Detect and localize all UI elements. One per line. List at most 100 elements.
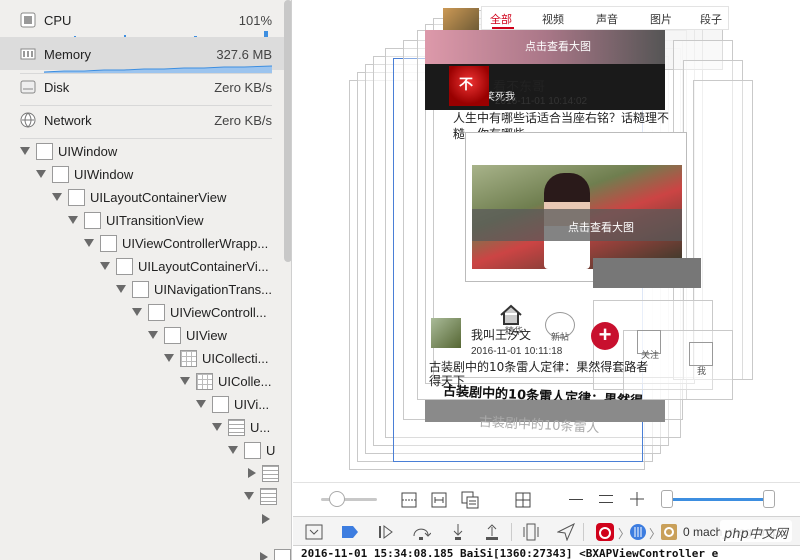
debug-view-hierarchy-icon[interactable] [523, 523, 539, 541]
view-node-icon [132, 280, 149, 298]
orient-3d-icon[interactable] [515, 492, 531, 508]
step-over-icon[interactable] [411, 523, 431, 541]
disk-gauge-icon [20, 80, 36, 94]
view-node-icon [116, 257, 133, 275]
tree-node[interactable]: UIView [148, 324, 227, 346]
zoom-reset-icon[interactable] [599, 495, 613, 496]
cpu-label: CPU [44, 13, 72, 28]
step-into-icon[interactable] [451, 523, 465, 541]
tree-node[interactable]: U... [212, 416, 270, 438]
disclosure-expanded-icon[interactable] [52, 193, 62, 201]
hide-debug-area-icon[interactable] [305, 524, 323, 540]
stack-frame-icon[interactable] [661, 524, 677, 540]
range-slider-track[interactable] [665, 498, 775, 501]
app-process-icon[interactable] [595, 522, 615, 542]
tree-node[interactable] [246, 462, 284, 484]
tree-node[interactable]: UIWindow [20, 140, 117, 162]
tab-all[interactable]: 全部 [490, 11, 512, 27]
show-constraints-icon[interactable] [431, 492, 447, 508]
disclosure-expanded-icon[interactable] [132, 308, 142, 316]
disclosure-expanded-icon[interactable] [212, 423, 222, 431]
disclosure-expanded-icon[interactable] [68, 216, 78, 224]
tree-node[interactable] [244, 485, 282, 507]
tab-video[interactable]: 视频 [542, 11, 564, 27]
simulate-location-icon[interactable] [557, 523, 575, 541]
view-node-icon [68, 188, 85, 206]
network-label: Network [44, 113, 92, 128]
watermark-text: php中文网 [724, 527, 788, 542]
disclosure-expanded-icon[interactable] [228, 446, 238, 454]
disclosure-expanded-icon[interactable] [180, 377, 190, 385]
tree-node[interactable]: UILayoutContainerView [52, 186, 226, 208]
user-avatar[interactable] [431, 318, 461, 348]
post-username[interactable]: 看不东哥 [493, 76, 545, 95]
post-username[interactable]: 我叫王汐文 [471, 326, 531, 343]
category-tabbar: 全部 视频 声音 图片 段子 [481, 6, 729, 30]
disclosure-expanded-icon[interactable] [196, 400, 206, 408]
user-avatar[interactable]: 不 [449, 66, 489, 106]
view-hierarchy-canvas[interactable]: 全部 视频 声音 图片 段子 点击查看大图 哈哈哈笑死我 不 看不东哥 2016… [293, 0, 800, 482]
collection-view-icon [180, 349, 197, 367]
tab-voice[interactable]: 声音 [596, 11, 618, 27]
me-tab-icon[interactable] [689, 342, 713, 366]
disclosure-expanded-icon[interactable] [84, 239, 94, 247]
view-image-hint: 点击查看大图 [525, 40, 591, 53]
thread-icon[interactable] [629, 523, 647, 541]
network-gauge[interactable]: Network Zero KB/s [0, 103, 284, 136]
table-cell-icon [262, 464, 279, 482]
navigator-scrollbar[interactable] [284, 0, 291, 262]
adjust-view-mode-icon[interactable] [461, 491, 479, 509]
tree-node[interactable]: UIViewControllerWrapp... [84, 232, 268, 254]
network-gauge-icon [20, 112, 36, 128]
range-slider-min-handle[interactable] [661, 490, 673, 508]
disclosure-collapsed-icon[interactable] [248, 468, 256, 478]
view-node-icon [244, 441, 261, 459]
tree-node[interactable] [258, 546, 291, 560]
tab-label-me: 我 [697, 367, 707, 377]
zoom-in-icon[interactable] [630, 492, 644, 506]
view-node-icon [100, 234, 117, 252]
disclosure-expanded-icon[interactable] [20, 147, 30, 155]
tree-node[interactable] [260, 508, 276, 530]
tree-node[interactable]: UIViewControll... [132, 301, 267, 323]
tree-node[interactable]: UICollecti... [164, 347, 268, 369]
tree-node[interactable]: U [228, 439, 275, 461]
breakpoints-toggle-icon[interactable] [341, 525, 359, 539]
tree-node[interactable]: UINavigationTrans... [116, 278, 272, 300]
view-image-hint: 点击查看大图 [568, 221, 634, 234]
watermark-logo: php中文网 [720, 520, 792, 542]
continue-icon[interactable] [377, 524, 395, 540]
spacing-slider-knob[interactable] [329, 491, 345, 507]
disclosure-expanded-icon[interactable] [244, 492, 254, 500]
tree-node[interactable]: UIVi... [196, 393, 269, 415]
view-node-icon [84, 211, 101, 229]
disk-gauge[interactable]: Disk Zero KB/s [0, 70, 284, 103]
avatar-glyph: 不 [459, 77, 473, 93]
tab-joke[interactable]: 段子 [700, 11, 722, 27]
disclosure-collapsed-icon[interactable] [262, 514, 270, 524]
show-clipped-icon[interactable] [401, 492, 417, 508]
range-slider-max-handle[interactable] [763, 490, 775, 508]
view-node-icon [274, 548, 291, 560]
tab-picture[interactable]: 图片 [650, 11, 672, 27]
debug-console[interactable]: 2016-11-01 15:34:08.185 BaiSi[1360:27343… [293, 546, 800, 560]
disclosure-collapsed-icon[interactable] [260, 552, 268, 560]
disclosure-expanded-icon[interactable] [100, 262, 110, 270]
console-output-line: 2016-11-01 15:34:08.185 BaiSi[1360:27343… [301, 547, 719, 560]
tree-node[interactable]: UIColle... [180, 370, 271, 392]
video-overlay-strip [593, 258, 701, 288]
view-node-icon [52, 165, 69, 183]
tree-node[interactable]: UILayoutContainerVi... [100, 255, 269, 277]
publish-plus-button[interactable]: + [591, 322, 619, 350]
collection-view-icon [196, 372, 213, 390]
tree-node[interactable]: UITransitionView [68, 209, 204, 231]
step-out-icon[interactable] [485, 523, 499, 541]
disclosure-expanded-icon[interactable] [116, 285, 126, 293]
disclosure-expanded-icon[interactable] [164, 354, 174, 362]
zoom-out-icon[interactable] [569, 499, 583, 500]
tree-node[interactable]: UIWindow [36, 163, 133, 185]
disclosure-expanded-icon[interactable] [36, 170, 46, 178]
disclosure-expanded-icon[interactable] [148, 331, 158, 339]
video-thumbnail: 点击查看大图 [472, 165, 682, 269]
disk-value: Zero KB/s [214, 80, 272, 95]
